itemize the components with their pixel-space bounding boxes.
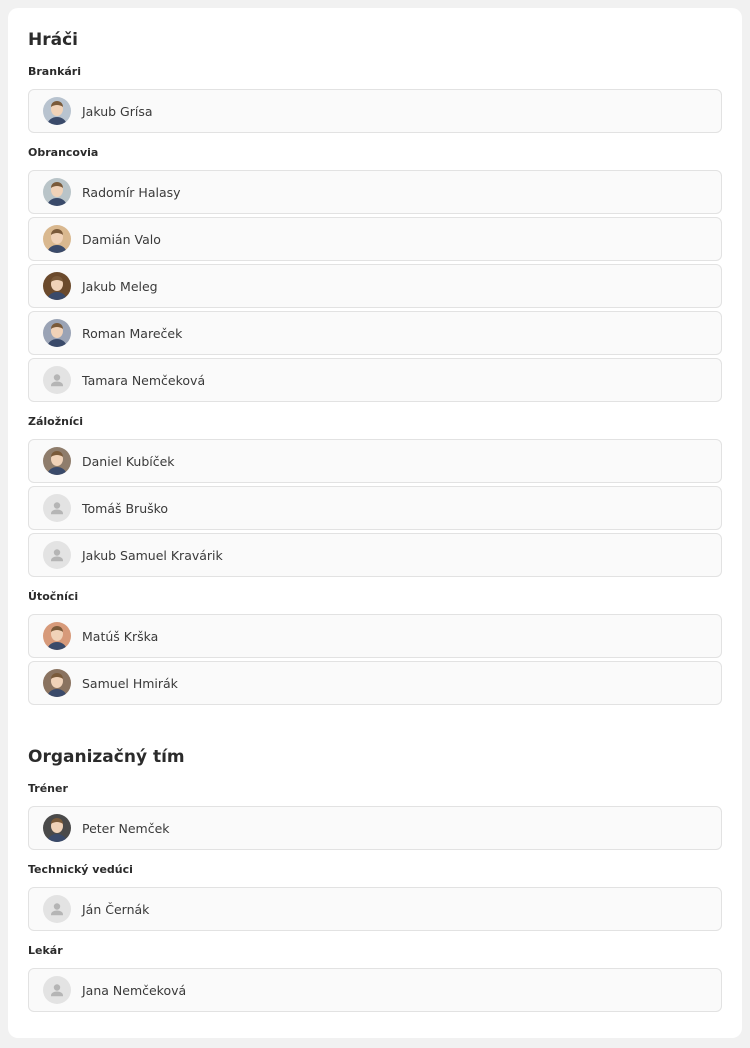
section-staff: Organizačný tím Tréner Peter Nemček Tech… bbox=[28, 745, 722, 1012]
person-row[interactable]: Radomír Halasy bbox=[28, 170, 722, 214]
person-row[interactable]: Daniel Kubíček bbox=[28, 439, 722, 483]
group-technical-lead: Technický vedúci Ján Černák bbox=[28, 862, 722, 931]
section-title: Organizačný tím bbox=[28, 747, 185, 767]
person-row[interactable]: Peter Nemček bbox=[28, 806, 722, 850]
profile-photo bbox=[43, 669, 71, 697]
group-label: Lekár bbox=[28, 944, 63, 957]
person-row[interactable]: Jakub Samuel Kravárik bbox=[28, 533, 722, 577]
group-label: Záložníci bbox=[28, 415, 84, 428]
profile-photo bbox=[43, 447, 71, 475]
person-name: Peter Nemček bbox=[82, 820, 170, 836]
person-name: Roman Mareček bbox=[82, 325, 183, 341]
roster-card: Hráči Brankári Jakub Grísa Obrancovia Ra… bbox=[8, 8, 742, 1038]
section-title: Hráči bbox=[28, 30, 78, 50]
group-label: Tréner bbox=[28, 782, 68, 795]
person-row[interactable]: Jakub Meleg bbox=[28, 264, 722, 308]
person-row[interactable]: Damián Valo bbox=[28, 217, 722, 261]
group-midfielders: Záložníci Daniel Kubíček Tomáš Bruško Ja… bbox=[28, 414, 722, 577]
person-name: Jakub Samuel Kravárik bbox=[82, 547, 223, 563]
group-forwards: Útočníci Matúš Krška Samuel Hmirák bbox=[28, 589, 722, 705]
profile-photo bbox=[43, 319, 71, 347]
person-name: Jakub Meleg bbox=[82, 278, 158, 294]
person-placeholder-icon bbox=[43, 494, 71, 522]
person-placeholder-icon bbox=[43, 895, 71, 923]
person-name: Ján Černák bbox=[82, 901, 150, 917]
person-placeholder-icon bbox=[43, 541, 71, 569]
profile-photo bbox=[43, 814, 71, 842]
person-name: Jana Nemčeková bbox=[82, 982, 187, 998]
person-row[interactable]: Tomáš Bruško bbox=[28, 486, 722, 530]
person-row[interactable]: Matúš Krška bbox=[28, 614, 722, 658]
person-row[interactable]: Samuel Hmirák bbox=[28, 661, 722, 705]
person-placeholder-icon bbox=[43, 366, 71, 394]
person-row[interactable]: Tamara Nemčeková bbox=[28, 358, 722, 402]
group-doctor: Lekár Jana Nemčeková bbox=[28, 943, 722, 1012]
profile-photo bbox=[43, 225, 71, 253]
person-row[interactable]: Roman Mareček bbox=[28, 311, 722, 355]
person-name: Tomáš Bruško bbox=[82, 500, 169, 516]
person-name: Damián Valo bbox=[82, 231, 161, 247]
profile-photo bbox=[43, 97, 71, 125]
person-row[interactable]: Jana Nemčeková bbox=[28, 968, 722, 1012]
person-name: Tamara Nemčeková bbox=[82, 372, 206, 388]
person-row[interactable]: Ján Černák bbox=[28, 887, 722, 931]
group-label: Útočníci bbox=[28, 590, 79, 603]
group-coach: Tréner Peter Nemček bbox=[28, 781, 722, 850]
group-label: Obrancovia bbox=[28, 146, 99, 159]
section-players: Hráči Brankári Jakub Grísa Obrancovia Ra… bbox=[28, 28, 722, 705]
profile-photo bbox=[43, 178, 71, 206]
group-goalkeepers: Brankári Jakub Grísa bbox=[28, 64, 722, 133]
person-name: Jakub Grísa bbox=[82, 103, 153, 119]
profile-photo bbox=[43, 272, 71, 300]
person-placeholder-icon bbox=[43, 976, 71, 1004]
person-name: Radomír Halasy bbox=[82, 184, 181, 200]
person-name: Samuel Hmirák bbox=[82, 675, 178, 691]
person-row[interactable]: Jakub Grísa bbox=[28, 89, 722, 133]
person-name: Matúš Krška bbox=[82, 628, 159, 644]
person-name: Daniel Kubíček bbox=[82, 453, 175, 469]
group-label: Brankári bbox=[28, 65, 81, 78]
profile-photo bbox=[43, 622, 71, 650]
group-label: Technický vedúci bbox=[28, 863, 133, 876]
group-defenders: Obrancovia Radomír Halasy Damián Valo Ja… bbox=[28, 145, 722, 402]
